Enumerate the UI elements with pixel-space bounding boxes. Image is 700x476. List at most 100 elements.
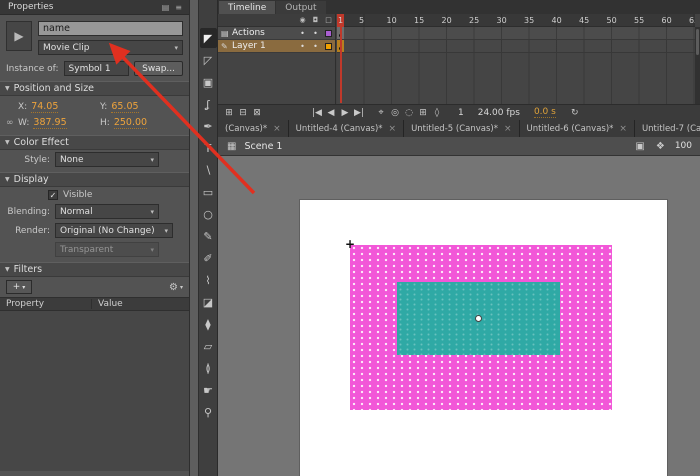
document-tab[interactable]: Untitled-6 (Canvas)* ×	[520, 120, 635, 137]
loop-icon[interactable]: ↻	[568, 108, 582, 118]
pencil-tool[interactable]: ✎	[200, 226, 217, 246]
frame-ruler[interactable]: 15101520253035404550556065	[337, 14, 695, 27]
tool-icon: ʆ	[206, 98, 210, 111]
section-position-size[interactable]: ▼ Position and Size	[0, 81, 189, 96]
link-dimensions-icon[interactable]: ∞	[6, 118, 18, 128]
swap-button[interactable]: Swap...	[134, 61, 183, 76]
section-display[interactable]: ▼ Display	[0, 172, 189, 187]
onion-skin-button[interactable]: ◎	[388, 108, 402, 118]
timeline-tabbar: Timeline Output	[218, 0, 700, 14]
unlock-dot[interactable]: •	[309, 42, 322, 51]
instance-of-value[interactable]: Symbol 1	[64, 61, 130, 76]
stage-canvas[interactable]: +	[300, 200, 667, 476]
layer-row-actions[interactable]: ▤ Actions • •	[218, 27, 335, 40]
frame-rate[interactable]: 24.00 fps	[478, 108, 520, 118]
x-value[interactable]: 74.05	[31, 101, 58, 113]
lock-icon[interactable]: ◘	[309, 16, 322, 24]
movie-clip-icon: ▶	[6, 21, 32, 51]
instance-name-input[interactable]	[38, 21, 183, 36]
stage-pasteboard[interactable]: +	[218, 156, 700, 476]
line-tool[interactable]: ∖	[200, 160, 217, 180]
layer-list: ◉ ◘ □ ▤ Actions • • ✎ Layer 1 • •	[218, 14, 336, 104]
timeline-scrollbar[interactable]	[695, 27, 700, 104]
onion-skin-outlines-button[interactable]: ◌	[402, 108, 416, 118]
unlock-dot[interactable]: •	[309, 29, 322, 38]
edit-symbol-icon[interactable]: ❖	[653, 141, 668, 152]
frame-number: 20	[442, 14, 470, 26]
style-dropdown[interactable]: None ▾	[55, 152, 159, 167]
document-tab[interactable]: Untitled-4 (Canvas)* ×	[289, 120, 404, 137]
panel-resize-gutter[interactable]	[190, 0, 199, 476]
new-folder-button[interactable]: ⊟	[236, 108, 250, 118]
document-tab[interactable]: Untitled-5 (Canvas)* ×	[404, 120, 519, 137]
elapsed-time[interactable]: 0.0 s	[534, 107, 556, 118]
symbol-type-dropdown[interactable]: Movie Clip ▾	[38, 40, 183, 55]
render-dropdown[interactable]: Original (No Change) ▾	[55, 223, 173, 238]
h-value[interactable]: 250.00	[114, 117, 147, 129]
eyedropper-tool[interactable]: ⧫	[200, 314, 217, 334]
section-color-effect[interactable]: ▼ Color Effect	[0, 135, 189, 150]
panel-collapse-icon[interactable]: ▤	[159, 3, 173, 12]
step-back-button[interactable]: ◀	[324, 108, 338, 118]
center-frame-button[interactable]: ⌖	[374, 108, 388, 118]
tool-icon: ≬	[205, 362, 210, 375]
w-value[interactable]: 387.95	[33, 117, 66, 129]
visible-dot[interactable]: •	[296, 42, 309, 51]
close-tab-icon[interactable]: ×	[273, 124, 281, 134]
brush-tool[interactable]: ✐	[200, 248, 217, 268]
play-button[interactable]: ▶	[338, 108, 352, 118]
blending-dropdown[interactable]: Normal ▾	[55, 204, 159, 219]
transformation-point[interactable]	[475, 315, 482, 322]
close-tab-icon[interactable]: ×	[619, 124, 627, 134]
eraser-tool[interactable]: ▱	[200, 336, 217, 356]
hand-tool[interactable]: ☛	[200, 380, 217, 400]
paint-bucket-tool[interactable]: ◪	[200, 292, 217, 312]
document-tab[interactable]: Untitled-7 (Canvas)* ×	[635, 120, 700, 137]
empty-frame-grid[interactable]	[337, 53, 695, 104]
y-value[interactable]: 65.05	[111, 101, 138, 113]
x-label: X:	[18, 102, 27, 112]
add-filter-button[interactable]: + ▾	[6, 280, 32, 294]
close-tab-icon[interactable]: ×	[504, 124, 512, 134]
layer-row-layer1[interactable]: ✎ Layer 1 • •	[218, 40, 335, 53]
frames-row-actions[interactable]	[337, 27, 695, 40]
tool-icon: ✐	[203, 252, 212, 265]
frames-area[interactable]: 15101520253035404550556065	[337, 14, 695, 104]
outline-icon[interactable]: □	[322, 16, 335, 24]
zoom-tool[interactable]: ⚲	[200, 402, 217, 422]
go-to-first-frame-button[interactable]: |◀	[310, 108, 324, 118]
visible-checkbox[interactable]: ✓	[48, 190, 58, 200]
document-tab[interactable]: (Canvas)* ×	[218, 120, 289, 137]
scene-breadcrumb[interactable]: Scene 1	[244, 141, 282, 152]
tab-timeline[interactable]: Timeline	[219, 1, 275, 14]
inner-teal-rectangle[interactable]	[397, 282, 560, 355]
outline-color-chip[interactable]	[322, 30, 335, 37]
frames-row-layer1[interactable]	[337, 40, 695, 53]
show-hide-icon[interactable]: ◉	[296, 16, 309, 24]
width-tool[interactable]: ≬	[200, 358, 217, 378]
filter-options-button[interactable]: ⚙ ▾	[169, 282, 183, 293]
rectangle-tool[interactable]: ▭	[200, 182, 217, 202]
section-filters[interactable]: ▼ Filters	[0, 262, 189, 277]
text-tool[interactable]: T	[200, 138, 217, 158]
lasso-tool[interactable]: ʆ	[200, 94, 217, 114]
free-transform-tool[interactable]: ▣	[200, 72, 217, 92]
bone-tool[interactable]: ⌇	[200, 270, 217, 290]
go-to-last-frame-button[interactable]: ▶|	[352, 108, 366, 118]
visible-dot[interactable]: •	[296, 29, 309, 38]
subselection-tool[interactable]: ◸	[200, 50, 217, 70]
selected-pink-rectangle[interactable]: +	[350, 245, 612, 410]
delete-layer-button[interactable]: ⊠	[250, 108, 264, 118]
outline-color-chip[interactable]	[322, 43, 335, 50]
new-layer-button[interactable]: ⊞	[222, 108, 236, 118]
tab-output[interactable]: Output	[276, 1, 325, 14]
edit-multiple-frames-button[interactable]: ⊞	[416, 108, 430, 118]
panel-menu-icon[interactable]: ≡	[172, 3, 185, 12]
close-tab-icon[interactable]: ×	[389, 124, 397, 134]
modify-markers-button[interactable]: ◊	[430, 108, 444, 118]
edit-scene-icon[interactable]: ▣	[632, 141, 647, 152]
zoom-level[interactable]: 100	[673, 141, 694, 151]
oval-tool[interactable]: ○	[200, 204, 217, 224]
pen-tool[interactable]: ✒	[200, 116, 217, 136]
selection-tool[interactable]: ◤	[200, 28, 217, 48]
